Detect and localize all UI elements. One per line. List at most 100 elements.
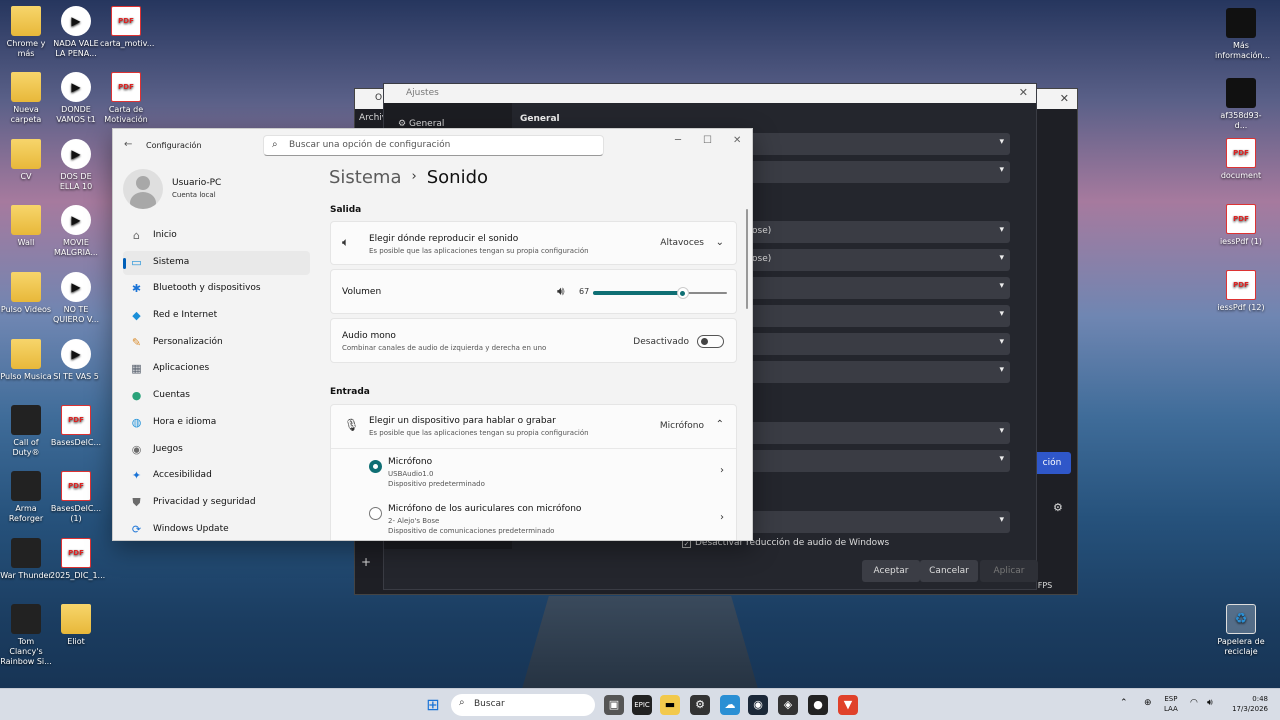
input-device-option-2[interactable]: Micrófono de los auriculares con micrófo… [331,498,736,540]
output-device-row[interactable]: 🔈︎ Elegir dónde reproducir el sonido Es … [330,221,737,265]
desktop.left_icons-desktop-icon[interactable]: ▶ MOVIE MALGRIA... [50,205,102,258]
desktop.left_icons-desktop-icon[interactable]: ▶ DONDE VAMOS t1 [50,72,102,125]
desktop.right_icons-desktop-icon[interactable]: af358d93-d... [1215,78,1267,131]
taskbar-search[interactable]: ⌕ Buscar [451,694,595,716]
radio-selected[interactable] [369,460,382,473]
settings-search-input[interactable]: ⌕ Buscar una opción de configuración [263,135,604,156]
desktop.left_icons-desktop-icon[interactable]: PDF carta_motiv... [100,6,154,49]
task-view-icon[interactable]: ▣ [604,695,624,715]
desktop-icon-label: NADA VALE LA PENA... [53,39,99,58]
obs-combo-8[interactable] [744,361,1010,383]
desktop.left_icons-desktop-icon[interactable]: PDF BasesDelC... [50,405,102,448]
nav-item-privacidad-y-seguridad[interactable]: ⛊ Privacidad y seguridad [123,491,310,515]
desktop.right_icons-desktop-icon[interactable]: PDF iessPdf (1) [1215,204,1267,247]
epic-games-icon[interactable]: EPIC [632,695,652,715]
nav-item-accesibilidad[interactable]: ✦ Accesibilidad [123,464,310,488]
nav-item-red-e-internet[interactable]: ◆ Red e Internet [123,304,310,328]
nav-item-cuentas[interactable]: ● Cuentas [123,384,310,408]
desktop.left_icons-desktop-icon[interactable]: ▶ DOS DE ELLA 10 [50,139,102,192]
nav-item-bluetooth-y-dispositivos[interactable]: ✱ Bluetooth y dispositivos [123,277,310,301]
desktop.left_icons-desktop-icon[interactable]: Wall [0,205,52,248]
desktop.left_icons-desktop-icon[interactable]: Nueva carpeta [0,72,52,125]
volume-slider-thumb[interactable] [676,287,689,299]
network-icon[interactable]: ⊕ [1144,698,1152,708]
obs-cancel-button[interactable]: Cancelar [920,560,978,582]
desktop.left_icons-desktop-icon[interactable]: CV [0,139,52,182]
mono-audio-toggle[interactable] [697,335,724,348]
desktop.right_icons-desktop-icon[interactable]: PDF document [1215,138,1267,181]
maximize-icon[interactable]: ☐ [703,135,712,146]
language-indicator[interactable]: ESP LAA [1164,694,1178,714]
input-device-row[interactable]: 🎙︎ Elegir un dispositivo para hablar o g… [331,405,736,449]
obs-combo-11[interactable] [744,511,1010,533]
desktop.left_icons-desktop-icon[interactable]: PDF 2025_DIC_1... [50,538,105,581]
desktop.left_icons-desktop-icon[interactable]: Eliot [50,604,102,647]
wifi-icon[interactable]: ◠ [1190,698,1198,708]
nav-item-juegos[interactable]: ◉ Juegos [123,438,310,462]
desktop.left_icons-desktop-icon[interactable]: ▶ SI TE VAS 5 [50,339,102,382]
volume-icon[interactable]: 🔊︎ [557,284,565,299]
desktop.right_icons-desktop-icon[interactable]: ♻ Papelera de reciclaje [1215,604,1267,657]
obs-combo-5[interactable] [744,277,1010,299]
desktop.left_icons-desktop-icon[interactable]: War Thunder [0,538,52,581]
obs-settings-close-icon[interactable]: ✕ [1019,86,1028,99]
obs-accept-button[interactable]: Aceptar [862,560,920,582]
chevron-up-icon[interactable]: ⌃ [1120,698,1128,708]
video-icon: ▶ [61,72,91,102]
input-device-option-1[interactable]: Micrófono USBAudio1.0 Dispositivo predet… [331,451,736,495]
nav-item-personalizaci-n[interactable]: ✎ Personalización [123,331,310,355]
desktop.left_icons-desktop-icon[interactable]: ▶ NO TE QUIERO V... [50,272,102,325]
volume-slider[interactable] [593,287,727,299]
obs-main-gear-icon[interactable]: ⚙ [1053,501,1063,514]
desktop.left_icons-desktop-icon[interactable]: Chrome y más [0,6,52,59]
desktop-icon-label: Papelera de reciclaje [1217,637,1265,656]
obs-combo-9[interactable] [744,422,1010,444]
start-button[interactable]: ⊞ [423,695,443,715]
obs-add-icon[interactable]: + [361,555,371,569]
brave-icon[interactable]: ▼ [838,695,858,715]
breadcrumb-parent[interactable]: Sistema [329,167,402,188]
clock[interactable]: 0:48 17/3/2026 [1228,694,1268,714]
nav-item-windows-update[interactable]: ⟳ Windows Update [123,518,310,540]
desktop.left_icons-desktop-icon[interactable]: Arma Reforger [0,471,52,524]
desktop.right_icons-desktop-icon[interactable]: Más información... [1215,8,1270,61]
obs-main-close-icon[interactable]: ✕ [1060,92,1069,105]
video-icon: ▶ [61,205,91,235]
desktop.right_icons-desktop-icon[interactable]: PDF iessPdf (12) [1215,270,1267,313]
content-scrollbar[interactable] [746,209,748,309]
obs-combo-10[interactable] [744,450,1010,472]
close-icon[interactable]: ✕ [733,135,741,146]
file-explorer-icon[interactable]: ▬ [660,695,680,715]
obs-combo-7[interactable] [744,333,1010,355]
desktop.left_icons-desktop-icon[interactable]: Pulso Musica [0,339,52,382]
desktop.left_icons-desktop-icon[interactable]: PDF Carta de Motivación [100,72,152,125]
desktop.left_icons-desktop-icon[interactable]: Tom Clancy's Rainbow Si... [0,604,52,667]
obs-main-primary-button[interactable]: ción [1033,452,1071,474]
nav-item-inicio[interactable]: ⌂ Inicio [123,224,310,248]
nav-item-hora-e-idioma[interactable]: ◍ Hora e idioma [123,411,310,435]
radio-unselected[interactable] [369,507,382,520]
minimize-icon[interactable]: ─ [675,135,681,146]
desktop.left_icons-desktop-icon[interactable]: PDF BasesDelC... (1) [50,471,102,524]
obs-combo-1[interactable] [744,133,1010,155]
app-icon[interactable]: ◈ [778,695,798,715]
settings-gear-icon[interactable]: ⚙ [690,695,710,715]
obs-apply-button[interactable]: Aplicar [980,560,1038,582]
nav-item-aplicaciones[interactable]: ▦ Aplicaciones [123,357,310,381]
desktop.left_icons-desktop-icon[interactable]: Call of Duty® [0,405,52,458]
steam-icon[interactable]: ◉ [748,695,768,715]
obs-combo-3[interactable]: ose) [744,221,1010,243]
nav-item-sistema[interactable]: ▭ Sistema [123,250,310,275]
obs-icon[interactable]: ● [808,695,828,715]
obs-combo-6[interactable] [744,305,1010,327]
game-icon [11,604,41,634]
desktop.left_icons-desktop-icon[interactable]: ▶ NADA VALE LA PENA... [50,6,102,59]
obs-combo-2[interactable] [744,161,1010,183]
volume-icon[interactable]: 🔊︎ [1207,698,1213,708]
volume-value: 67 [579,287,590,296]
settings-window[interactable]: ← Configuración ⌕ Buscar una opción de c… [112,128,753,541]
desktop.left_icons-desktop-icon[interactable]: Pulso Videos [0,272,52,315]
back-arrow-icon[interactable]: ← [124,139,132,150]
onedrive-icon[interactable]: ☁ [720,695,740,715]
obs-combo-4[interactable]: ose) [744,249,1010,271]
